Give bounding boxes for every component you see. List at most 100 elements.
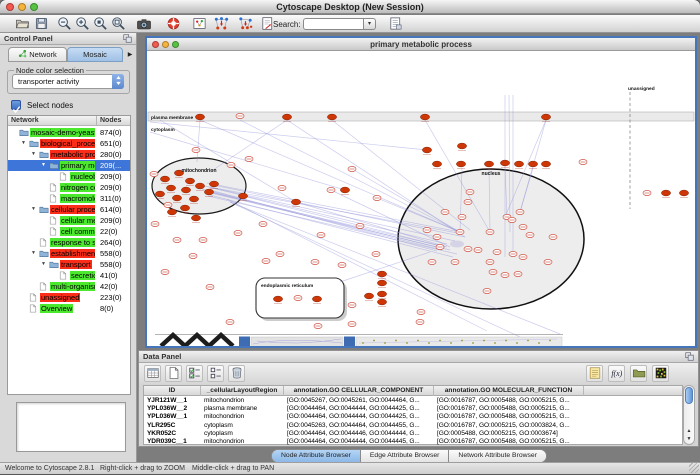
graph-node[interactable] bbox=[348, 302, 356, 307]
graph-node[interactable] bbox=[348, 166, 356, 171]
unselect-attrs-icon[interactable] bbox=[207, 365, 224, 382]
tree-col-nodes[interactable]: Nodes bbox=[96, 116, 121, 126]
new-page-icon[interactable] bbox=[165, 365, 182, 382]
graph-node-selected[interactable] bbox=[191, 215, 200, 223]
graph-node[interactable] bbox=[428, 259, 436, 264]
notes-icon[interactable] bbox=[586, 365, 603, 382]
graph-node[interactable] bbox=[373, 195, 381, 200]
scrollbar-thumb[interactable] bbox=[685, 387, 693, 404]
column-header[interactable]: annotation.GO MOLECULAR_FUNCTION bbox=[434, 386, 584, 396]
graph-node[interactable] bbox=[151, 221, 159, 226]
graph-node[interactable] bbox=[278, 185, 286, 190]
graph-node[interactable] bbox=[451, 259, 459, 264]
disclosure-arrow-icon[interactable]: ▼ bbox=[41, 160, 46, 171]
graph-edge[interactable] bbox=[150, 122, 427, 150]
graph-node[interactable] bbox=[501, 272, 509, 277]
graph-node-selected[interactable] bbox=[377, 291, 386, 299]
graph-node[interactable] bbox=[514, 271, 522, 276]
graph-node-selected[interactable] bbox=[528, 161, 537, 169]
tab-mosaic[interactable]: Mosaic bbox=[67, 47, 123, 62]
tree-row[interactable]: nucleobase-c209(0) bbox=[8, 171, 130, 182]
import-icon[interactable] bbox=[630, 365, 647, 382]
graph-node[interactable] bbox=[643, 190, 651, 195]
tree-row[interactable]: Overview8(0) bbox=[8, 303, 130, 314]
scroll-down-icon[interactable] bbox=[684, 435, 694, 443]
graph-node[interactable] bbox=[433, 234, 441, 239]
table-row[interactable]: YDR039C__1mitochondrion[GO:0044464, GO:0… bbox=[144, 438, 682, 446]
graph-node-selected[interactable] bbox=[514, 161, 523, 169]
graph-node[interactable] bbox=[236, 113, 244, 118]
float-panel-icon[interactable] bbox=[123, 34, 133, 44]
graph-node[interactable] bbox=[486, 229, 494, 234]
birdseye-view[interactable] bbox=[16, 402, 126, 452]
graph-node[interactable] bbox=[173, 237, 181, 242]
birdseye-icon[interactable] bbox=[190, 16, 208, 32]
graph-node[interactable] bbox=[192, 147, 200, 152]
zoom-selected-icon[interactable] bbox=[91, 16, 109, 32]
tree-row[interactable]: secretion41(0) bbox=[8, 270, 130, 281]
graph-node[interactable] bbox=[227, 162, 235, 167]
graph-node[interactable] bbox=[544, 259, 552, 264]
table-icon[interactable] bbox=[144, 365, 161, 382]
graph-node-selected[interactable] bbox=[167, 209, 176, 217]
graph-node[interactable] bbox=[417, 309, 425, 314]
graph-node-selected[interactable] bbox=[340, 187, 349, 195]
graph-node[interactable] bbox=[474, 247, 482, 252]
graph-node[interactable] bbox=[259, 221, 267, 226]
graph-node[interactable] bbox=[416, 319, 424, 324]
graph-node[interactable] bbox=[509, 251, 517, 256]
graph-node[interactable] bbox=[486, 259, 494, 264]
tree-row[interactable]: ▼transport558(0) bbox=[8, 259, 130, 270]
graph-edge[interactable] bbox=[240, 120, 460, 232]
column-header[interactable]: annotation.GO CELLULAR_COMPONENT bbox=[284, 386, 434, 396]
tree-row[interactable]: cellular metabo209(0) bbox=[8, 215, 130, 226]
table-row[interactable]: YJR121W__1mitochondrion[GO:0045267, GO:0… bbox=[144, 397, 682, 405]
trash-icon[interactable] bbox=[228, 365, 245, 382]
layout-a-icon[interactable] bbox=[212, 16, 230, 32]
page-icon[interactable] bbox=[386, 16, 404, 32]
graph-node[interactable] bbox=[262, 258, 270, 263]
matrix-icon[interactable] bbox=[652, 365, 669, 382]
table-row[interactable]: YPL036W__2plasma membrane[GO:0044464, GO… bbox=[144, 405, 682, 413]
graph-node[interactable] bbox=[314, 323, 322, 328]
snapshot-icon[interactable] bbox=[135, 16, 153, 32]
graph-node[interactable] bbox=[441, 209, 449, 214]
background-windows-strip[interactable] bbox=[155, 335, 563, 347]
graph-node-selected[interactable] bbox=[422, 147, 431, 155]
graph-node-selected[interactable] bbox=[432, 161, 441, 169]
graph-node[interactable] bbox=[226, 319, 234, 324]
graph-node-selected[interactable] bbox=[484, 161, 493, 169]
graph-node[interactable] bbox=[206, 284, 214, 289]
graph-node[interactable] bbox=[356, 223, 364, 228]
zoom-fit-icon[interactable] bbox=[109, 16, 127, 32]
save-icon[interactable] bbox=[32, 16, 50, 32]
tab-network[interactable]: Network bbox=[8, 47, 67, 62]
graph-node[interactable] bbox=[579, 159, 587, 164]
graph-node[interactable] bbox=[311, 259, 319, 264]
graph-node[interactable] bbox=[493, 249, 501, 254]
graph-node[interactable] bbox=[317, 232, 325, 237]
graph-node[interactable] bbox=[327, 187, 335, 192]
graph-node[interactable] bbox=[464, 246, 472, 251]
graph-node[interactable] bbox=[372, 251, 380, 256]
help-icon[interactable] bbox=[164, 16, 182, 32]
search-input[interactable] bbox=[303, 18, 363, 30]
graph-node[interactable] bbox=[338, 262, 346, 267]
graph-node[interactable] bbox=[549, 234, 557, 239]
graph-node-selected[interactable] bbox=[457, 143, 466, 151]
tree-row[interactable]: ▼cellular process614(0) bbox=[8, 204, 130, 215]
graph-node[interactable] bbox=[516, 209, 524, 214]
node-color-dropdown[interactable]: transporter activity bbox=[12, 74, 124, 89]
graph-node[interactable] bbox=[489, 269, 497, 274]
table-row[interactable]: YLR295Ccytoplasm[GO:0045263, GO:0044464,… bbox=[144, 422, 682, 430]
network-canvas[interactable]: plasma membranecytoplasmmitochondrionnuc… bbox=[147, 51, 695, 346]
disclosure-arrow-icon[interactable]: ▼ bbox=[41, 259, 46, 270]
tab-node-attribute-browser[interactable]: Node Attribute Browser bbox=[272, 450, 361, 462]
graph-edge[interactable] bbox=[197, 120, 200, 162]
zoom-out-icon[interactable] bbox=[55, 16, 73, 32]
graph-node[interactable] bbox=[150, 171, 158, 176]
select-nodes-checkbox[interactable] bbox=[11, 100, 21, 110]
disclosure-arrow-icon[interactable]: ▼ bbox=[31, 248, 36, 259]
graph-node[interactable] bbox=[519, 224, 527, 229]
layout-b-icon[interactable] bbox=[236, 16, 254, 32]
